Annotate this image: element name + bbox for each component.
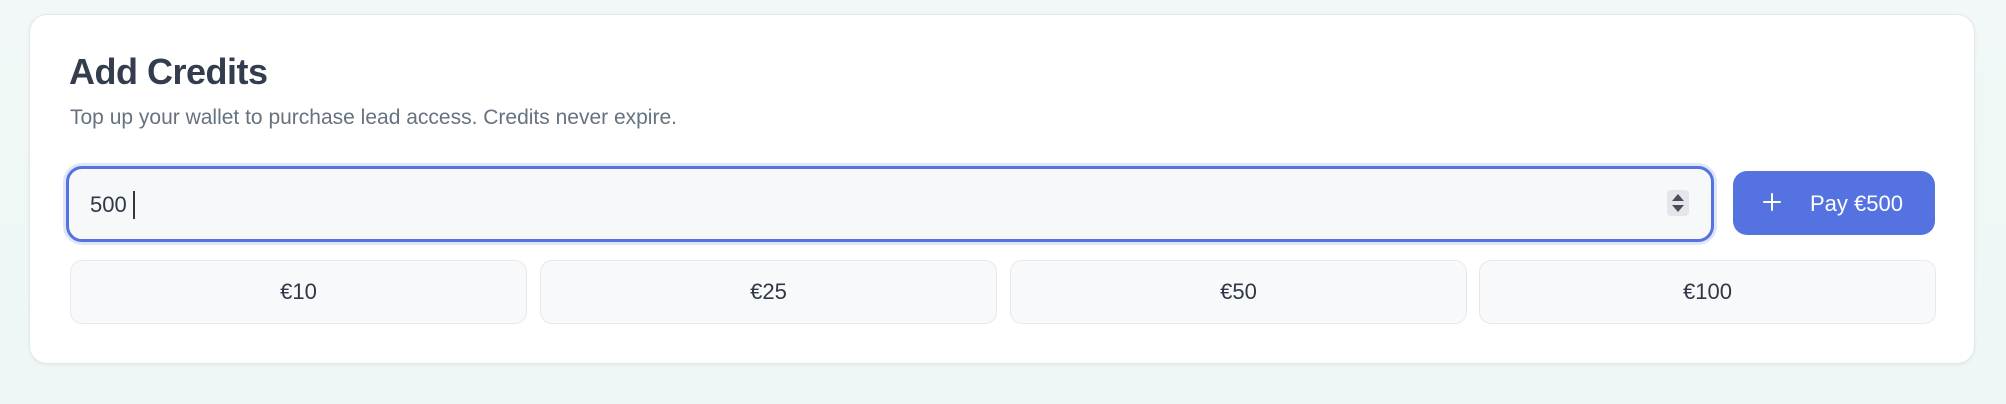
pay-button-label: Pay €500 [1810,191,1903,216]
number-spinner[interactable] [1667,190,1689,216]
add-credits-card: Add Credits Top up your wallet to purcha… [29,14,1975,364]
spinner-down-arrow-icon[interactable] [1672,205,1684,212]
text-caret [133,191,135,219]
preset-button-25[interactable]: €25 [540,260,997,324]
preset-amounts: €10 €25 €50 €100 [70,260,1936,324]
preset-button-50[interactable]: €50 [1010,260,1467,324]
pay-button[interactable]: Pay €500 [1733,171,1935,235]
amount-input[interactable]: 500 [66,166,1714,242]
spinner-up-arrow-icon[interactable] [1672,194,1684,201]
amount-value: 500 [90,192,127,217]
preset-button-100[interactable]: €100 [1479,260,1936,324]
plus-icon [1762,192,1782,212]
preset-button-10[interactable]: €10 [70,260,527,324]
card-title: Add Credits [69,51,268,92]
card-subtitle: Top up your wallet to purchase lead acce… [70,106,677,129]
